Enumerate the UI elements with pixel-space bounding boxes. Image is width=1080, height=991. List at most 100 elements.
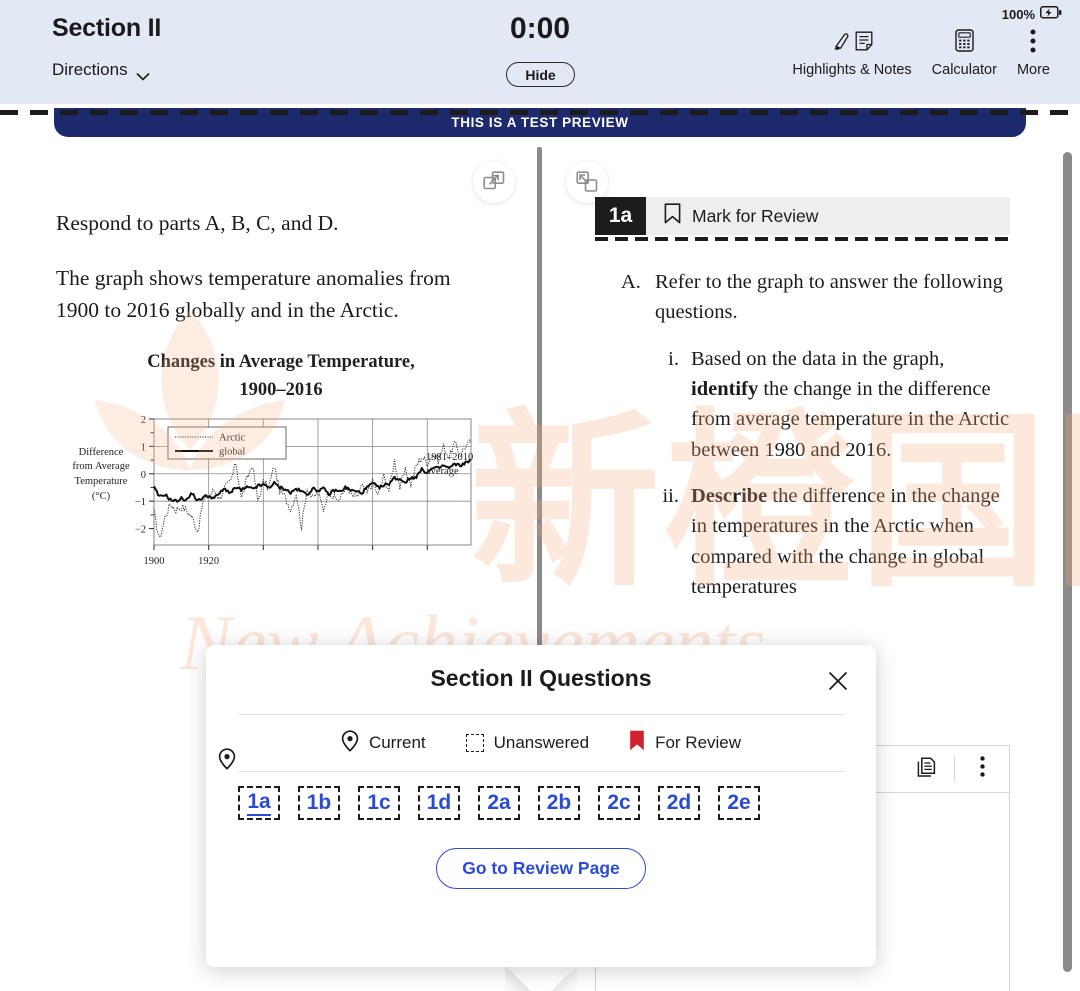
go-to-review-page-button[interactable]: Go to Review Page — [436, 848, 646, 889]
battery-percent-label: 100% — [1001, 6, 1035, 22]
modal-pointer-tail — [505, 966, 577, 991]
part-i-text-bold: identify — [691, 377, 759, 400]
dashed-square-icon — [465, 734, 484, 752]
y-axis-label-line-2: from Average — [72, 461, 130, 473]
modal-title: Section II Questions — [430, 665, 652, 691]
part-i-text-pre: Based on the data in the graph, — [691, 347, 945, 370]
note-icon — [855, 31, 873, 56]
question-nav-label: 1a — [247, 790, 271, 816]
question-nav-label: 1c — [367, 791, 391, 814]
part-ii-text-bold: Describe — [691, 484, 768, 507]
location-pin-icon — [341, 729, 359, 757]
mark-for-review-label: Mark for Review — [692, 205, 819, 226]
question-nav-cell[interactable]: 1d — [418, 786, 460, 820]
svg-text:2: 2 — [141, 415, 146, 426]
modal-panel: Section II Questions Current Unanswered … — [206, 645, 876, 967]
highlighter-icon — [832, 30, 852, 56]
baseline-annotation-line-2: average — [426, 466, 459, 478]
stimulus-paragraph-1: Respond to parts A, B, C, and D. — [56, 211, 339, 235]
page-scrollbar[interactable] — [1063, 152, 1072, 972]
more-vertical-icon — [1030, 29, 1036, 58]
question-nav-label: 1b — [306, 791, 332, 814]
question-nav-cell[interactable]: 2c — [598, 786, 640, 820]
stimulus-paragraph-2: The graph shows temperature anomalies fr… — [56, 265, 451, 323]
highlights-notes-button[interactable]: Highlights & Notes — [782, 30, 921, 78]
calculator-label: Calculator — [931, 62, 997, 78]
y-axis-label: Difference from Average Temperature (°C) — [56, 446, 146, 506]
question-nav-cell[interactable]: 2d — [658, 786, 700, 820]
legend-unanswered: Unanswered — [465, 733, 590, 753]
question-nav-label: 1d — [426, 791, 452, 814]
part-ii-text: Describe the difference in the change in… — [691, 481, 1010, 602]
baseline-annotation-line-1: 1981–2010 — [426, 451, 474, 463]
current-question-pin-icon — [218, 748, 236, 775]
pane-divider[interactable] — [537, 147, 542, 652]
legend-for-review-label: For Review — [655, 733, 742, 752]
y-axis-label-line-4: (°C) — [91, 491, 111, 503]
close-icon[interactable] — [824, 667, 852, 695]
question-part-a-i: i. Based on the data in the graph, ident… — [657, 344, 1010, 465]
chevron-down-icon — [136, 66, 150, 81]
question-header: 1a Mark for Review — [595, 197, 1010, 235]
svg-text:1920: 1920 — [198, 556, 219, 567]
question-part-a: A. Refer to the graph to answer the foll… — [621, 267, 1010, 328]
directions-dropdown[interactable]: Directions — [52, 60, 150, 81]
question-nav-cell[interactable]: 2a — [478, 786, 520, 820]
battery-status: 100% — [1002, 6, 1062, 22]
toolbar-actions: Highlights & Notes Calculator More — [782, 29, 1060, 78]
highlights-notes-label: Highlights & Notes — [792, 62, 912, 78]
question-navigator-grid: 1a 1b 1c 1d 2a 2b 2c 2d 2e — [206, 748, 876, 820]
hide-timer-button[interactable]: Hide — [506, 62, 575, 87]
part-i-text: Based on the data in the graph, identify… — [691, 344, 1010, 465]
svg-text:Arctic: Arctic — [219, 432, 246, 443]
y-axis-label-line-3: Temperature — [74, 476, 128, 488]
svg-text:−2: −2 — [135, 524, 146, 535]
part-a-text: Refer to the graph to answer the followi… — [655, 271, 1003, 324]
figure-title: Changes in Average Temperature, 1900–201… — [46, 349, 516, 405]
part-ii-marker: ii. — [662, 484, 679, 507]
copy-pages-button[interactable] — [900, 746, 954, 792]
test-preview-app: Section II Directions 0:00 Hide 100% Hig… — [0, 0, 1080, 991]
figure-title-line-2: 1900–2016 — [239, 379, 323, 400]
chart-area: Difference from Average Temperature (°C)… — [56, 413, 516, 578]
question-nav-cell[interactable]: 1b — [298, 786, 340, 820]
question-nav-label: 2e — [727, 791, 751, 814]
editor-more-button[interactable] — [955, 746, 1009, 792]
part-i-marker: i. — [668, 347, 679, 370]
y-axis-label-line-1: Difference — [78, 446, 124, 458]
legend-current-label: Current — [368, 733, 426, 752]
question-nav-label: 2a — [487, 791, 511, 814]
mark-for-review-button[interactable]: Mark for Review — [646, 203, 818, 229]
question-nav-cell[interactable]: 2e — [718, 786, 760, 820]
directions-label: Directions — [52, 60, 128, 79]
question-part-a-ii: ii. Describe the difference in the chang… — [657, 481, 1010, 602]
modal-legend: Current Unanswered For Review — [206, 715, 876, 771]
svg-text:global: global — [219, 446, 245, 457]
question-nav-label: 2c — [607, 791, 631, 814]
question-nav-cell[interactable]: 1a — [238, 786, 280, 820]
topbar-dashed-divider — [0, 102, 1080, 115]
temperature-anomaly-figure: Changes in Average Temperature, 1900–201… — [56, 349, 516, 578]
calculator-icon — [955, 29, 974, 57]
copy-pages-icon — [916, 756, 938, 783]
legend-unanswered-label: Unanswered — [493, 733, 590, 752]
more-vertical-icon — [979, 756, 985, 782]
question-number-badge: 1a — [595, 197, 646, 235]
battery-charging-icon — [1040, 6, 1062, 22]
question-nav-label: 2b — [546, 791, 572, 814]
question-nav-label: 2d — [666, 791, 692, 814]
question-header-dashed-rule — [595, 237, 1010, 241]
svg-text:1900: 1900 — [144, 556, 165, 567]
question-nav-cell[interactable]: 2b — [538, 786, 580, 820]
question-nav-cell[interactable]: 1c — [358, 786, 400, 820]
calculator-button[interactable]: Calculator — [922, 29, 1007, 78]
bookmark-flag-icon — [629, 730, 645, 756]
more-button[interactable]: More — [1007, 29, 1060, 78]
legend-for-review: For Review — [629, 730, 741, 756]
top-toolbar: Section II Directions 0:00 Hide 100% Hig… — [0, 0, 1080, 104]
baseline-annotation: 1981–2010 average — [426, 451, 473, 481]
figure-title-line-1: Changes in Average Temperature, — [147, 352, 415, 373]
legend-current: Current — [341, 729, 426, 757]
bookmark-icon — [664, 203, 681, 229]
section-questions-modal: Section II Questions Current Unanswered … — [206, 645, 876, 991]
